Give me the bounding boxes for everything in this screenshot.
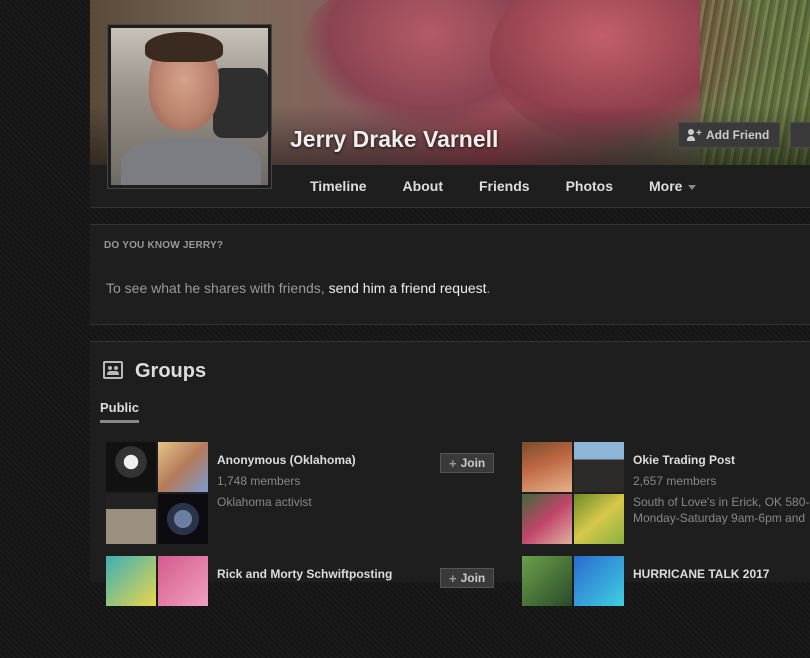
group-photo bbox=[106, 556, 156, 606]
tab-timeline-label: Timeline bbox=[310, 178, 367, 194]
join-label: Join bbox=[460, 456, 486, 470]
group-photo bbox=[106, 442, 156, 492]
group-description-line: Monday-Saturday 9am-6pm and bbox=[633, 511, 806, 525]
do-you-know-suffix: . bbox=[486, 280, 491, 296]
group-photo-mosaic[interactable] bbox=[522, 556, 624, 658]
group-photo bbox=[158, 442, 208, 492]
group-description: South of Love's in Erick, OK 580- Monday-… bbox=[633, 494, 809, 526]
group-members: 1,748 members bbox=[217, 474, 301, 488]
group-photo bbox=[574, 442, 624, 492]
tab-friends[interactable]: Friends bbox=[461, 166, 548, 207]
group-name[interactable]: Anonymous (Oklahoma) bbox=[217, 453, 356, 467]
groups-section: Groups Public Anonymous (Oklahoma) 1,748… bbox=[90, 341, 810, 606]
group-photo bbox=[522, 556, 572, 606]
group-photo-mosaic[interactable] bbox=[106, 442, 208, 544]
group-photo-mosaic[interactable] bbox=[106, 556, 208, 658]
group-members: 2,657 members bbox=[633, 474, 717, 488]
tab-more[interactable]: More bbox=[631, 166, 714, 207]
tab-friends-label: Friends bbox=[478, 178, 530, 194]
do-you-know-heading: DO YOU KNOW JERRY? bbox=[104, 240, 224, 251]
do-you-know-prefix: To see what he shares with friends, bbox=[106, 280, 329, 296]
avatar bbox=[111, 28, 268, 185]
plus-icon: + bbox=[449, 455, 457, 471]
groups-icon bbox=[103, 361, 123, 379]
avatar-shirt bbox=[121, 138, 261, 185]
group-description: Oklahoma activist bbox=[217, 495, 312, 509]
tab-timeline[interactable]: Timeline bbox=[292, 166, 385, 207]
tab-photos-label: Photos bbox=[565, 178, 614, 194]
group-photo bbox=[574, 494, 624, 544]
add-friend-label: Add Friend bbox=[706, 128, 770, 142]
profile-header: Jerry Drake Varnell + Add Friend Timelin… bbox=[90, 0, 810, 208]
tab-more-label: More bbox=[649, 178, 683, 194]
avatar-hair bbox=[145, 32, 223, 62]
tab-photos[interactable]: Photos bbox=[548, 166, 631, 207]
tab-public-groups[interactable]: Public bbox=[100, 400, 140, 423]
profile-tabs: Timeline About Friends Photos More bbox=[292, 166, 714, 207]
group-photo bbox=[522, 442, 572, 492]
join-label: Join bbox=[460, 571, 486, 585]
add-friend-button[interactable]: + Add Friend bbox=[678, 122, 781, 148]
profile-picture[interactable] bbox=[107, 24, 272, 189]
profile-name[interactable]: Jerry Drake Varnell bbox=[290, 126, 498, 153]
add-friend-icon: + bbox=[687, 129, 702, 141]
do-you-know-box: DO YOU KNOW JERRY? To see what he shares… bbox=[90, 224, 810, 325]
group-photo bbox=[522, 494, 572, 544]
group-description-line: South of Love's in Erick, OK 580- bbox=[633, 495, 810, 509]
group-name[interactable]: Rick and Morty Schwiftposting bbox=[217, 567, 392, 581]
groups-title: Groups bbox=[135, 360, 207, 382]
group-photo bbox=[106, 494, 156, 544]
join-button[interactable]: + Join bbox=[440, 453, 495, 473]
chevron-down-icon bbox=[688, 184, 697, 190]
group-photo bbox=[158, 556, 208, 606]
send-friend-request-link[interactable]: send him a friend request bbox=[329, 280, 487, 296]
do-you-know-text: To see what he shares with friends, send… bbox=[106, 280, 490, 296]
group-name[interactable]: HURRICANE TALK 2017 bbox=[633, 567, 769, 581]
plus-icon: + bbox=[449, 570, 457, 586]
avatar-car-seat bbox=[213, 68, 268, 138]
group-photo bbox=[574, 556, 624, 606]
group-photo bbox=[158, 494, 208, 544]
tab-about[interactable]: About bbox=[385, 166, 461, 207]
message-button[interactable] bbox=[790, 122, 810, 148]
group-name[interactable]: Okie Trading Post bbox=[633, 453, 735, 467]
join-button[interactable]: + Join bbox=[440, 568, 495, 588]
group-photo-mosaic[interactable] bbox=[522, 442, 624, 544]
tab-about-label: About bbox=[402, 178, 443, 194]
